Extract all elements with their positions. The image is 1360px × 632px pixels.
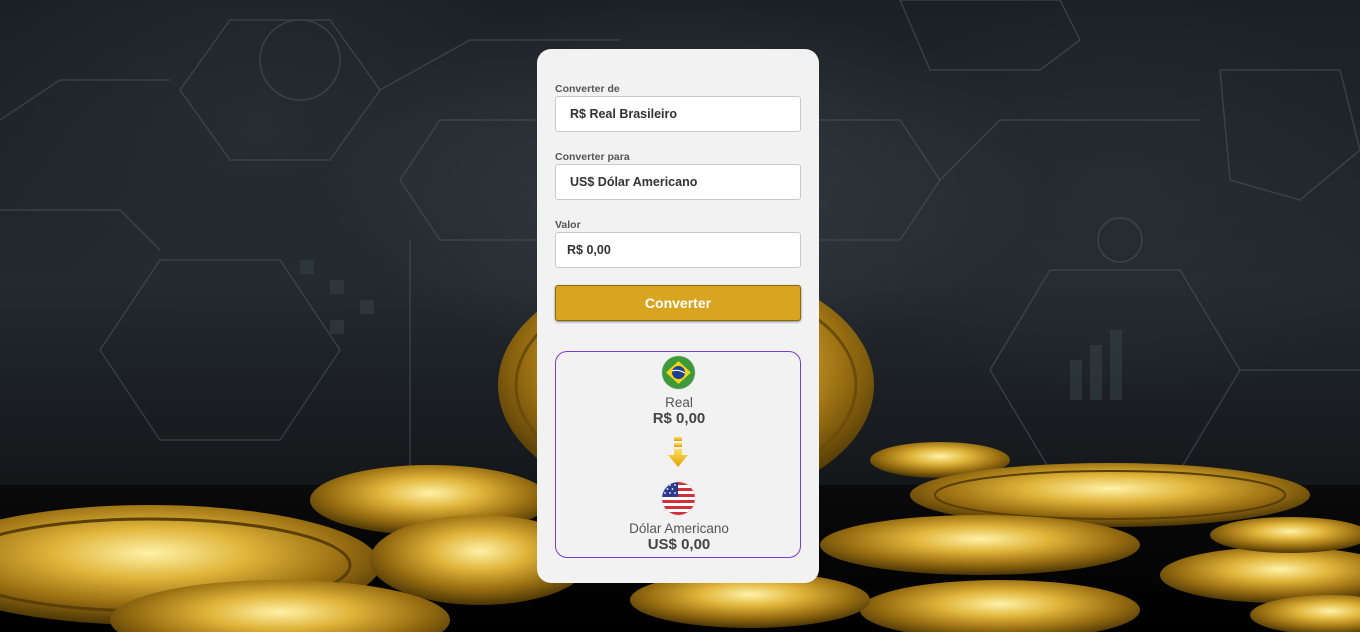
- conversion-result-panel: Real R$ 0,00 Dólar Americano US$ 0,00: [555, 351, 801, 558]
- amount-input[interactable]: R$ 0,00: [555, 232, 801, 268]
- from-currency-select[interactable]: R$ Real Brasileiro: [555, 96, 801, 132]
- brazil-flag-icon: [662, 356, 695, 389]
- from-currency-result: R$ 0,00: [652, 410, 706, 427]
- amount-label: Valor: [555, 219, 581, 231]
- amount-input-value: R$ 0,00: [567, 243, 611, 257]
- to-currency-value: US$ Dólar Americano: [570, 175, 698, 189]
- convert-button[interactable]: Converter: [555, 285, 801, 321]
- from-currency-name: Real: [665, 395, 693, 410]
- converter-card: Converter de R$ Real Brasileiro Converte…: [537, 49, 819, 583]
- from-currency-label: Converter de: [555, 83, 620, 95]
- arrow-down-icon: [667, 437, 689, 469]
- to-currency-name: Dólar Americano: [629, 521, 729, 536]
- from-currency-value: R$ Real Brasileiro: [570, 107, 677, 121]
- usa-flag-icon: [662, 482, 695, 515]
- to-currency-label: Converter para: [555, 151, 630, 163]
- to-currency-select[interactable]: US$ Dólar Americano: [555, 164, 801, 200]
- to-currency-result: US$ 0,00: [647, 536, 711, 553]
